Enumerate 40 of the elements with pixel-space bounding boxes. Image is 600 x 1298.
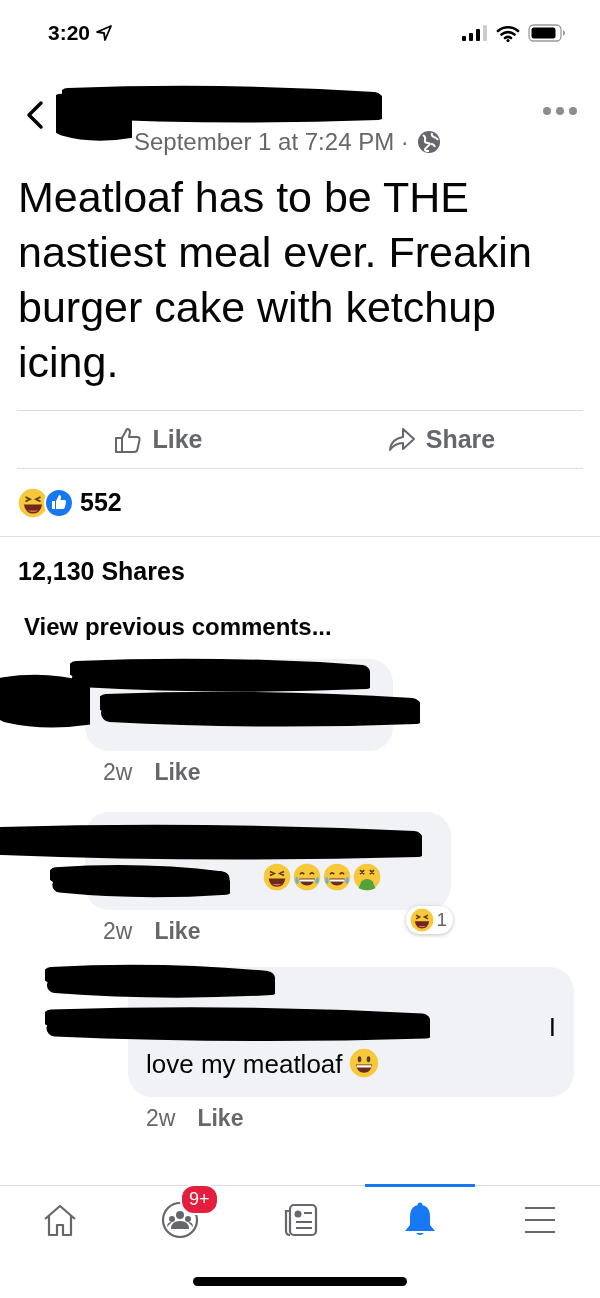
like-link[interactable]: Like [154, 759, 201, 786]
comment-text: I [548, 1011, 556, 1044]
globe-icon [416, 130, 441, 154]
menu-icon [524, 1206, 556, 1234]
share-count[interactable]: 12,130 Shares [0, 537, 600, 599]
post-timestamp: September 1 at 7:24 PM · [134, 128, 409, 156]
home-icon [42, 1203, 78, 1237]
notification-badge: 9+ [180, 1184, 219, 1215]
reaction-count[interactable]: 552 [80, 488, 122, 517]
signal-icon [462, 25, 488, 41]
status-time: 3:20 [48, 21, 91, 45]
back-icon[interactable] [24, 100, 46, 130]
battery-icon [528, 24, 566, 42]
comment-time: 2w [103, 918, 133, 945]
comment-text: love my meatloaf [146, 1049, 343, 1079]
view-previous-comments-link[interactable]: View previous comments... [0, 613, 356, 641]
tears-of-joy-icon [293, 863, 321, 891]
nav-tab[interactable]: 9+ [120, 1186, 240, 1254]
like-button[interactable]: Like [17, 411, 300, 468]
bell-icon [403, 1202, 437, 1238]
like-link[interactable]: Like [197, 1105, 244, 1132]
laughing-face-icon [263, 863, 291, 891]
tears-of-joy-icon [323, 863, 351, 891]
post-text: Meatloaf has to be THE nastiest meal ever. Freakin burger cake with ketchup icing. [17, 172, 533, 388]
comment-time: 2w [146, 1105, 176, 1132]
thumbs-up-icon [114, 425, 143, 454]
reaction-badge[interactable]: 1 [406, 906, 453, 934]
share-button[interactable]: Share [300, 411, 583, 468]
newspaper-icon [282, 1203, 318, 1237]
location-arrow-icon [96, 25, 113, 41]
like-reaction-icon [44, 487, 74, 518]
wifi-icon [496, 24, 520, 42]
comment-time: 2w [103, 759, 133, 786]
laughing-face-icon [410, 908, 435, 932]
more-icon[interactable] [542, 106, 578, 116]
smiling-face-icon [348, 1048, 379, 1078]
share-arrow-icon [387, 426, 416, 453]
laughing-face-icon [18, 487, 48, 518]
like-link[interactable]: Like [154, 918, 201, 945]
vomiting-face-icon [353, 863, 381, 891]
